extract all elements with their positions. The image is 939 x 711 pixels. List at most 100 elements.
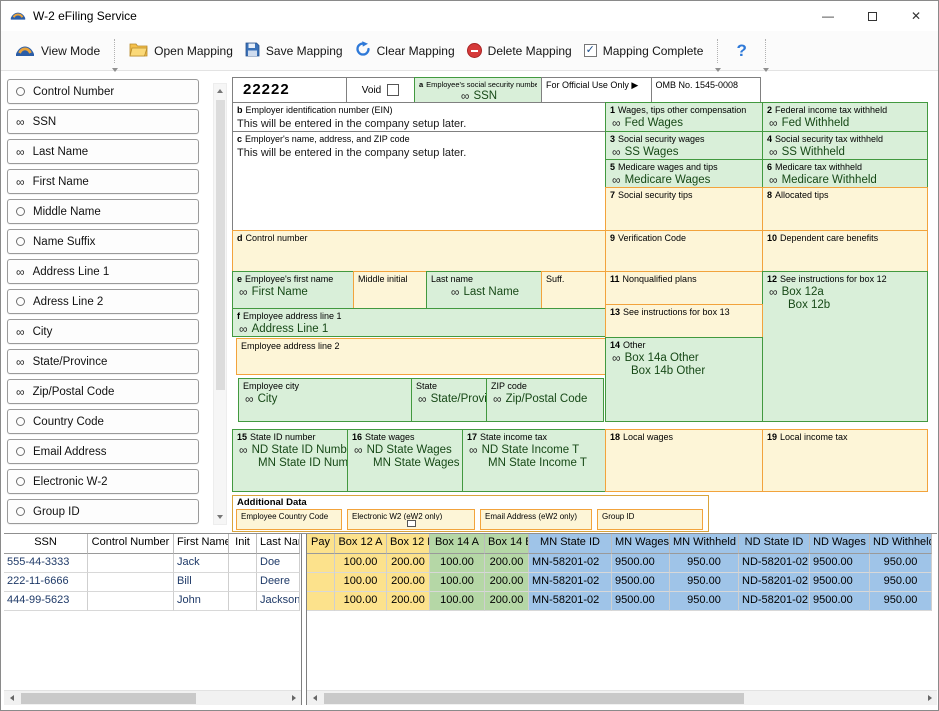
cell[interactable] xyxy=(229,592,257,611)
column-header-last-name[interactable]: Last Name xyxy=(257,534,300,554)
close-button[interactable]: ✕ xyxy=(894,1,938,31)
scroll-right-arrow[interactable] xyxy=(286,691,301,706)
cell[interactable]: 100.00 xyxy=(430,592,485,611)
cell[interactable]: 200.00 xyxy=(387,573,430,592)
form-box-7-ss-tips[interactable]: 7Social security tips xyxy=(605,187,763,231)
form-box-suffix[interactable]: Suff. xyxy=(541,271,606,309)
form-box-f-address-line-1[interactable]: fEmployee address line 1 ∞Address Line 1 xyxy=(232,308,606,337)
cell[interactable]: 950.00 xyxy=(670,592,739,611)
cell[interactable]: Jackson xyxy=(257,592,300,611)
column-header-box-12-a[interactable]: Box 12 A xyxy=(335,534,387,554)
column-header-box-14-a[interactable]: Box 14 A xyxy=(430,534,485,554)
form-box-14-other[interactable]: 14Other ∞Box 14a Other Box 14b Other xyxy=(605,337,763,422)
form-box-b-ein[interactable]: bEmployer identification number (EIN) Th… xyxy=(232,102,606,132)
mapped-field[interactable]: ∞Last Name xyxy=(431,286,537,298)
mapped-field[interactable]: ∞Fed Wages xyxy=(610,117,758,129)
form-box-15-state-id[interactable]: 15State ID number ∞ND State ID Numbe MN … xyxy=(232,429,348,492)
mapped-field[interactable]: ∞Address Line 1 xyxy=(237,323,601,335)
help-button[interactable]: ? xyxy=(726,37,756,65)
cell[interactable]: 9500.00 xyxy=(810,592,870,611)
cell[interactable]: 100.00 xyxy=(430,554,485,573)
form-box-state[interactable]: State ∞State/Provin xyxy=(411,378,487,422)
mapped-field[interactable]: MN State Income T xyxy=(467,457,601,469)
cell[interactable]: 100.00 xyxy=(335,592,387,611)
sidebar-item-city[interactable]: ∞City xyxy=(7,319,199,344)
ew2-checkbox[interactable] xyxy=(407,520,416,527)
column-header-mn-state-id[interactable]: MN State ID xyxy=(529,534,612,554)
sidebar-item-state-province[interactable]: ∞State/Province xyxy=(7,349,199,374)
mapped-field[interactable]: ∞ND State Wages xyxy=(352,444,458,456)
scroll-track[interactable] xyxy=(322,691,922,705)
cell[interactable]: 9500.00 xyxy=(810,573,870,592)
form-box-17-state-income-tax[interactable]: 17State income tax ∞ND State Income T MN… xyxy=(462,429,606,492)
form-box-5-medicare-wages[interactable]: 5Medicare wages and tips ∞Medicare Wages xyxy=(605,159,763,188)
mapped-field[interactable]: ∞Zip/Postal Code xyxy=(491,393,599,405)
cell[interactable]: 9500.00 xyxy=(612,554,670,573)
mapped-field[interactable]: ∞Box 12a xyxy=(767,286,923,298)
column-header-nd-state-id[interactable]: ND State ID xyxy=(739,534,810,554)
cell[interactable]: 200.00 xyxy=(485,573,529,592)
scroll-down-arrow[interactable] xyxy=(214,510,226,524)
cell[interactable]: 9500.00 xyxy=(810,554,870,573)
cell[interactable]: 950.00 xyxy=(670,554,739,573)
cell[interactable] xyxy=(307,592,335,611)
minimize-button[interactable]: — xyxy=(806,1,850,31)
form-box-group-id[interactable]: Group ID xyxy=(597,509,703,530)
form-box-c-employer[interactable]: cEmployer's name, address, and ZIP code … xyxy=(232,131,606,231)
sidebar-item-first-name[interactable]: ∞First Name xyxy=(7,169,199,194)
cell[interactable]: 200.00 xyxy=(387,554,430,573)
column-header-box-14-b[interactable]: Box 14 B xyxy=(485,534,529,554)
form-box-last-name[interactable]: Last name ∞Last Name xyxy=(426,271,542,309)
open-mapping-button[interactable]: Open Mapping xyxy=(123,38,239,64)
sidebar-item-last-name[interactable]: ∞Last Name xyxy=(7,139,199,164)
mapped-field[interactable]: ∞Fed Withheld xyxy=(767,117,923,129)
mapped-field[interactable]: ∞First Name xyxy=(237,286,349,298)
cell[interactable]: 444-99-5623 xyxy=(4,592,88,611)
scroll-thumb[interactable] xyxy=(216,100,225,390)
cell[interactable] xyxy=(307,554,335,573)
cell[interactable]: 100.00 xyxy=(335,573,387,592)
cell[interactable]: 200.00 xyxy=(485,554,529,573)
cell[interactable] xyxy=(88,554,174,573)
column-header-nd-withheld[interactable]: ND Withheld xyxy=(870,534,932,554)
maximize-button[interactable] xyxy=(850,1,894,31)
cell[interactable]: 950.00 xyxy=(870,554,932,573)
table-row[interactable]: 444-99-5623 John Jackson xyxy=(4,592,301,611)
cell[interactable]: ND-58201-02 xyxy=(739,573,810,592)
form-box-10-dependent-care[interactable]: 10Dependent care benefits xyxy=(762,230,928,272)
scroll-thumb[interactable] xyxy=(324,693,744,704)
cell[interactable]: 555-44-3333 xyxy=(4,554,88,573)
table-row[interactable]: 100.00200.00100.00200.00MN-58201-029500.… xyxy=(307,554,937,573)
form-box-19-local-income-tax[interactable]: 19Local income tax xyxy=(762,429,928,492)
cell[interactable] xyxy=(88,592,174,611)
form-box-employee-city[interactable]: Employee city ∞City xyxy=(238,378,412,422)
form-box-2-fed-withheld[interactable]: 2Federal income tax withheld ∞Fed Withhe… xyxy=(762,102,928,132)
form-box-email-address[interactable]: Email Address (eW2 only) xyxy=(480,509,592,530)
cell[interactable]: Doe xyxy=(257,554,300,573)
cell[interactable]: 222-11-6666 xyxy=(4,573,88,592)
column-header-init[interactable]: Init xyxy=(229,534,257,554)
form-box-9-verification-code[interactable]: 9Verification Code xyxy=(605,230,763,272)
cell[interactable]: 950.00 xyxy=(870,592,932,611)
mapped-field[interactable]: Box 14b Other xyxy=(610,365,758,377)
cell[interactable]: ND-58201-02 xyxy=(739,554,810,573)
mapped-field[interactable]: ∞ND State ID Numbe xyxy=(237,444,343,456)
mapped-field[interactable]: ∞Box 14a Other xyxy=(610,352,758,364)
cell[interactable]: Jack xyxy=(174,554,229,573)
cell[interactable]: 100.00 xyxy=(430,573,485,592)
cell[interactable]: Bill xyxy=(174,573,229,592)
cell[interactable]: John xyxy=(174,592,229,611)
form-box-13[interactable]: 13See instructions for box 13 xyxy=(605,304,763,338)
cell[interactable]: 100.00 xyxy=(335,554,387,573)
form-box-16-state-wages[interactable]: 16State wages ∞ND State Wages MN State W… xyxy=(347,429,463,492)
column-header-mn-wages[interactable]: MN Wages xyxy=(612,534,670,554)
delete-mapping-button[interactable]: Delete Mapping xyxy=(461,39,578,62)
mapped-field[interactable]: ∞SS Withheld xyxy=(767,146,923,158)
mapped-field[interactable]: ∞ND State Income T xyxy=(467,444,601,456)
cell[interactable]: Deere xyxy=(257,573,300,592)
sidebar-item-address-line-1[interactable]: ∞Address Line 1 xyxy=(7,259,199,284)
mapped-field[interactable]: ∞Medicare Withheld xyxy=(767,174,923,186)
cell[interactable]: MN-58201-02 xyxy=(529,592,612,611)
form-box-middle-initial[interactable]: Middle initial xyxy=(353,271,427,309)
form-box-11-nonqualified[interactable]: 11Nonqualified plans xyxy=(605,271,763,305)
